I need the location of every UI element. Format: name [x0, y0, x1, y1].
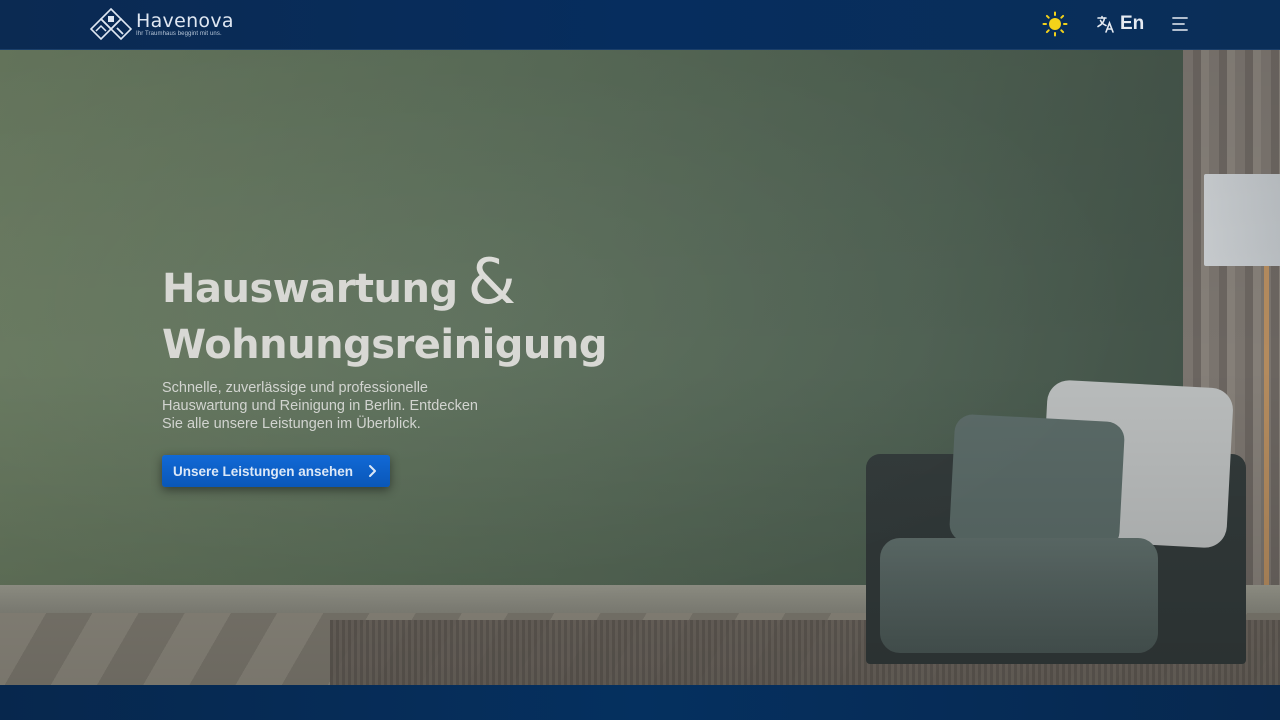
hero-title-ampersand: & [467, 245, 516, 318]
hero-title-line1: Hauswartung & [162, 251, 622, 313]
site-logo[interactable]: Havenova Ihr Traumhaus beggint mit uns. [90, 6, 234, 42]
site-header: Havenova Ihr Traumhaus beggint mit uns. [0, 0, 1280, 50]
language-label: En [1120, 13, 1145, 34]
services-cta-button[interactable]: Unsere Leistungen ansehen [162, 455, 390, 487]
hero-content: Hauswartung & Wohnungsreinigung Schnelle… [162, 251, 622, 487]
footer-strip [0, 685, 1280, 720]
chevron-right-icon [369, 465, 376, 477]
logo-name: Havenova [136, 9, 234, 32]
translate-icon [1097, 15, 1114, 33]
language-switcher[interactable]: En [1096, 12, 1144, 36]
hero-title-part1: Hauswartung [162, 266, 458, 312]
hero-section: Hauswartung & Wohnungsreinigung Schnelle… [0, 50, 1280, 685]
hamburger-menu-icon[interactable] [1171, 15, 1189, 33]
sun-icon[interactable] [1042, 11, 1068, 37]
logo-tagline: Ihr Traumhaus beggint mit uns. [136, 30, 222, 37]
hero-subtitle: Schnelle, zuverlässige und professionell… [162, 380, 478, 432]
logo-diamond-icon [90, 7, 132, 41]
cta-label: Unsere Leistungen ansehen [173, 463, 354, 479]
hero-title-line2: Wohnungsreinigung [162, 322, 608, 368]
